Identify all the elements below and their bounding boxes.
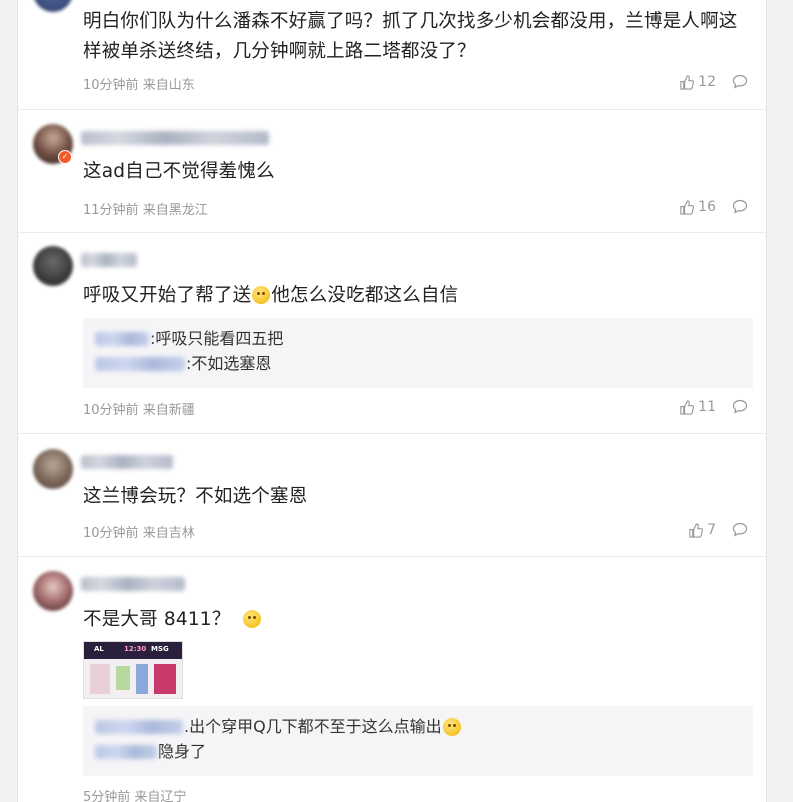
reply-button[interactable] <box>732 199 748 214</box>
comment-text-part: 不是大哥 8411？ <box>83 609 231 630</box>
comment-meta: 5分钟前 来自辽宁 <box>83 786 186 802</box>
like-button[interactable]: 7 <box>688 522 716 538</box>
comment-bubble-icon <box>732 399 748 414</box>
image-detail <box>90 664 110 694</box>
image-label: AL <box>94 645 104 653</box>
image-detail <box>154 664 176 694</box>
reply-button[interactable] <box>732 399 748 414</box>
image-label: 12:30 <box>124 645 147 653</box>
thinking-emoji-icon <box>242 610 261 628</box>
comment-text: 这兰博会玩？不如选个塞恩 <box>83 486 308 507</box>
reply-line: :不如选塞恩 <box>95 351 741 376</box>
comment-bubble-icon <box>732 522 748 537</box>
reply-button[interactable] <box>732 522 748 537</box>
like-count: 12 <box>698 74 716 90</box>
comment-item: 明白你们队为什么潘森不好赢了吗？抓了几次找多少机会都没用，兰博是人啊这样被单杀送… <box>18 0 766 110</box>
avatar[interactable] <box>33 449 73 489</box>
like-button[interactable]: 16 <box>679 199 716 215</box>
verified-badge-icon: ✓ <box>58 150 72 164</box>
reply-text: 隐身了 <box>158 742 207 761</box>
avatar[interactable] <box>33 0 73 12</box>
username[interactable] <box>81 577 185 591</box>
reply-text: .出个穿甲Q几下都不至于这么点输出 <box>184 717 442 736</box>
reply-username[interactable] <box>95 331 149 346</box>
comment-item: 不是大哥 8411？ AL 12:30 MSG .出个穿甲Q几下都不至于这么点输… <box>18 557 766 802</box>
reply-username[interactable] <box>95 744 157 759</box>
comment-meta: 10分钟前 来自吉林 <box>83 522 195 541</box>
username[interactable] <box>81 455 173 469</box>
comment-meta: 10分钟前 来自山东 <box>83 74 195 93</box>
comment-time: 10分钟前 <box>83 526 139 541</box>
laughing-emoji-icon <box>252 286 271 304</box>
comment-time: 10分钟前 <box>83 78 139 93</box>
like-count: 11 <box>698 399 716 415</box>
comment-time: 5分钟前 <box>83 790 131 802</box>
comment-text-part: 呼吸又开始了帮了送 <box>83 285 252 306</box>
comment-bubble-icon <box>732 199 748 214</box>
username[interactable] <box>81 131 269 145</box>
comment-text-part: 他怎么没吃都这么自信 <box>271 285 459 306</box>
comment-location: 来自吉林 <box>142 526 195 541</box>
reply-preview[interactable]: .出个穿甲Q几下都不至于这么点输出 隐身了 <box>83 706 753 776</box>
reply-line: :呼吸只能看四五把 <box>95 326 741 351</box>
thumbs-up-icon <box>680 74 695 90</box>
comment-location: 来自新疆 <box>142 403 195 418</box>
image-label: MSG <box>151 645 169 653</box>
comment-time: 11分钟前 <box>83 203 139 218</box>
reply-username[interactable] <box>95 719 183 734</box>
like-count: 7 <box>707 522 716 538</box>
reply-text: :呼吸只能看四五把 <box>150 329 284 348</box>
comment-meta: 10分钟前 来自新疆 <box>83 399 195 418</box>
comment-item: 这兰博会玩？不如选个塞恩 10分钟前 来自吉林 7 <box>18 434 766 557</box>
comment-text: 明白你们队为什么潘森不好赢了吗？抓了几次找多少机会都没用，兰博是人啊这样被单杀送… <box>83 11 738 62</box>
comment-meta: 11分钟前 来自黑龙江 <box>83 199 208 218</box>
reply-text: :不如选塞恩 <box>186 354 272 373</box>
comment-item: ✓ 这ad自己不觉得羞愧么 11分钟前 来自黑龙江 16 <box>18 110 766 233</box>
reply-button[interactable] <box>732 74 748 89</box>
thumbs-up-icon <box>680 199 695 215</box>
reply-line: .出个穿甲Q几下都不至于这么点输出 <box>95 714 741 739</box>
reply-line: 隐身了 <box>95 739 741 764</box>
image-detail <box>116 666 130 690</box>
comment-image[interactable]: AL 12:30 MSG <box>83 641 183 699</box>
comment-item: 呼吸又开始了帮了送 他怎么没吃都这么自信 :呼吸只能看四五把 :不如选塞恩 10分… <box>18 233 766 434</box>
comment-location: 来自黑龙江 <box>142 203 208 218</box>
image-detail <box>136 664 148 694</box>
thumbs-up-icon <box>680 399 695 415</box>
comment-text: 这ad自己不觉得羞愧么 <box>83 161 275 182</box>
comment-text: 呼吸又开始了帮了送 他怎么没吃都这么自信 <box>83 281 752 311</box>
comment-location: 来自辽宁 <box>134 790 187 802</box>
comment-list: 明白你们队为什么潘森不好赢了吗？抓了几次找多少机会都没用，兰博是人啊这样被单杀送… <box>17 0 767 802</box>
comment-time: 10分钟前 <box>83 403 139 418</box>
like-count: 16 <box>698 199 716 215</box>
comment-location: 来自山东 <box>142 78 195 93</box>
avatar[interactable] <box>33 246 73 286</box>
thumbs-up-icon <box>689 522 704 538</box>
username[interactable] <box>81 253 137 267</box>
comment-text: 不是大哥 8411？ <box>83 605 752 635</box>
like-button[interactable]: 12 <box>679 74 716 90</box>
avatar[interactable] <box>33 571 73 611</box>
smile-emoji-icon <box>442 717 461 736</box>
reply-preview[interactable]: :呼吸只能看四五把 :不如选塞恩 <box>83 318 753 388</box>
reply-username[interactable] <box>95 356 185 371</box>
comment-bubble-icon <box>732 74 748 89</box>
like-button[interactable]: 11 <box>679 399 716 415</box>
